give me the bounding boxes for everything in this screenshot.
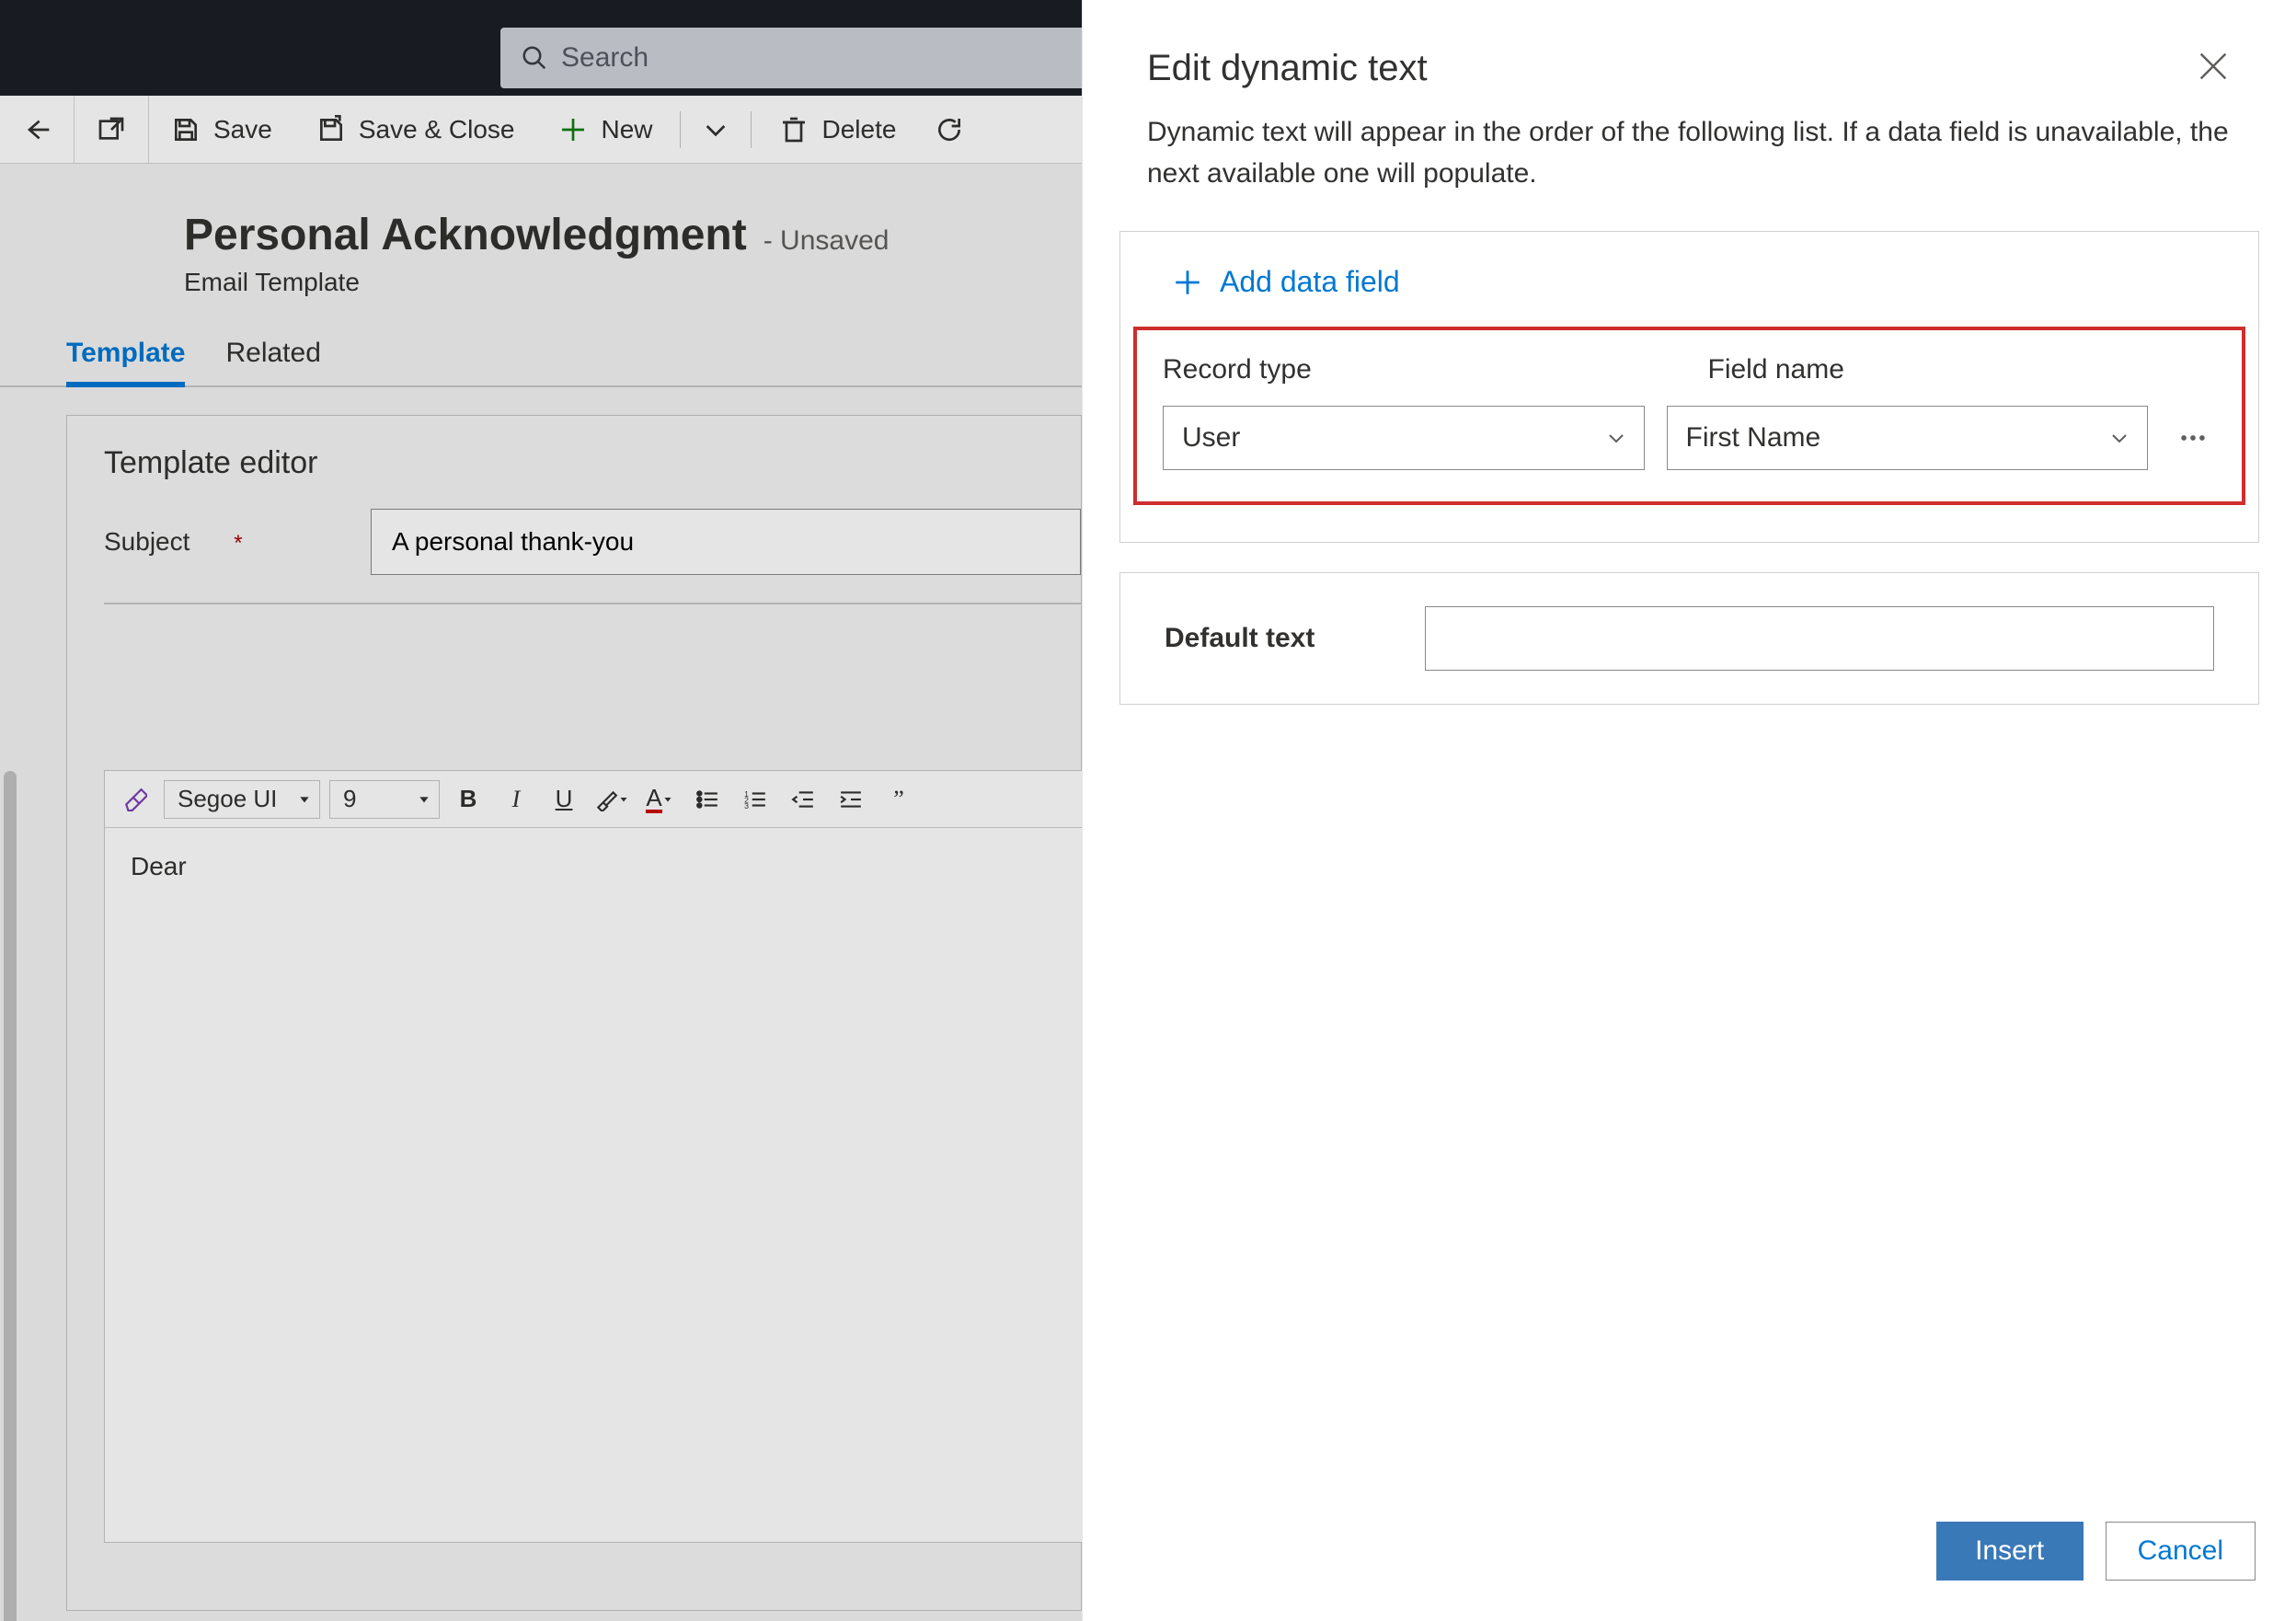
bullet-list-icon <box>695 788 719 811</box>
data-field-row: User First Name <box>1163 406 2216 470</box>
close-icon <box>2195 48 2232 85</box>
save-label: Save <box>213 115 272 144</box>
save-close-button[interactable]: Save & Close <box>294 96 537 163</box>
rte-underline-button[interactable]: U <box>545 780 583 819</box>
new-dropdown-button[interactable] <box>686 96 745 163</box>
page-subtitle: Email Template <box>184 268 1027 297</box>
tab-strip: Template Related <box>0 316 1082 387</box>
rte-font-family-value: Segoe UI <box>178 785 277 813</box>
rte-font-color-button[interactable]: A <box>640 780 679 819</box>
record-type-value: User <box>1182 422 1240 454</box>
outdent-icon <box>791 788 815 811</box>
separator <box>680 111 681 148</box>
plus-icon <box>1172 267 1203 298</box>
panel-title: Edit dynamic text <box>1147 48 1428 89</box>
data-field-row-highlight: Record type Field name User First Name <box>1133 327 2245 505</box>
refresh-button[interactable] <box>918 96 981 163</box>
caret-down-icon <box>662 794 673 805</box>
default-text-group: Default text <box>1119 572 2259 705</box>
chevron-down-icon <box>701 115 730 144</box>
rte-highlight-button[interactable] <box>592 780 631 819</box>
tab-template[interactable]: Template <box>66 338 185 387</box>
subject-row: Subject * <box>104 509 1081 575</box>
rte-italic-button[interactable]: I <box>497 780 535 819</box>
rte-body[interactable]: Dear <box>105 828 1082 905</box>
chevron-down-icon <box>2108 427 2130 449</box>
new-button[interactable]: New <box>536 96 674 163</box>
rte-font-size-select[interactable]: 9 <box>329 780 440 819</box>
caret-down-icon <box>618 794 629 805</box>
insert-button[interactable]: Insert <box>1936 1522 2084 1581</box>
panel-description: Dynamic text will appear in the order of… <box>1083 111 2296 231</box>
arrow-left-icon <box>22 115 52 144</box>
caret-down-icon <box>417 792 431 807</box>
delete-label: Delete <box>821 115 896 144</box>
page-status: - Unsaved <box>763 225 890 257</box>
page-title: Personal Acknowledgment <box>184 210 747 260</box>
divider <box>104 603 1083 604</box>
add-data-field-button[interactable]: Add data field <box>1120 265 2258 327</box>
page-content: Personal Acknowledgment - Unsaved Email … <box>0 164 1082 1621</box>
add-data-field-label: Add data field <box>1220 265 1400 299</box>
rte-font-family-select[interactable]: Segoe UI <box>164 780 320 819</box>
search-icon <box>521 44 548 72</box>
record-type-label: Record type <box>1163 354 1671 385</box>
open-new-window-button[interactable] <box>75 96 149 163</box>
scrollbar-thumb[interactable] <box>4 771 17 1621</box>
field-name-select[interactable]: First Name <box>1667 406 2149 470</box>
field-name-value: First Name <box>1686 422 1821 454</box>
delete-button[interactable]: Delete <box>757 96 918 163</box>
default-text-input[interactable] <box>1425 606 2214 671</box>
default-text-label: Default text <box>1165 623 1314 654</box>
row-more-button[interactable] <box>2170 422 2216 454</box>
rte-bold-button[interactable]: B <box>449 780 488 819</box>
indent-icon <box>839 788 863 811</box>
plus-icon <box>558 115 588 144</box>
caret-down-icon <box>297 792 312 807</box>
trash-icon <box>779 115 809 144</box>
highlight-icon <box>594 788 618 811</box>
field-name-label: Field name <box>1708 354 2217 385</box>
rte-indent-button[interactable] <box>832 780 870 819</box>
edit-dynamic-text-panel: Edit dynamic text Dynamic text will appe… <box>1082 0 2296 1621</box>
separator <box>751 111 752 148</box>
save-close-icon <box>316 115 346 144</box>
rich-text-editor: Segoe UI 9 B I U A <box>104 770 1083 1543</box>
template-editor-title: Template editor <box>104 445 1081 481</box>
rte-blockquote-button[interactable]: ” <box>879 780 918 819</box>
panel-footer: Insert Cancel <box>1083 1494 2296 1621</box>
rte-outdent-button[interactable] <box>784 780 822 819</box>
rte-clear-format-button[interactable] <box>116 780 155 819</box>
rte-toolbar: Segoe UI 9 B I U A <box>105 771 1082 828</box>
save-icon <box>171 115 201 144</box>
tab-related[interactable]: Related <box>225 338 320 385</box>
rte-number-list-button[interactable]: 123 <box>736 780 775 819</box>
record-type-select[interactable]: User <box>1163 406 1645 470</box>
svg-text:3: 3 <box>744 800 749 810</box>
chevron-down-icon <box>1605 427 1627 449</box>
subject-label-text: Subject <box>104 527 189 556</box>
page-header: Personal Acknowledgment - Unsaved Email … <box>0 164 1082 316</box>
more-icon <box>2177 422 2209 454</box>
refresh-icon <box>935 115 964 144</box>
required-star-icon: * <box>234 531 242 556</box>
data-fields-group: Add data field Record type Field name Us… <box>1119 231 2259 543</box>
rte-bullet-list-button[interactable] <box>688 780 727 819</box>
back-button[interactable] <box>0 96 75 163</box>
rte-font-size-value: 9 <box>343 785 356 813</box>
panel-close-button[interactable] <box>2195 48 2232 85</box>
new-label: New <box>601 115 652 144</box>
subject-input[interactable] <box>371 509 1081 575</box>
cancel-button[interactable]: Cancel <box>2106 1522 2256 1581</box>
save-close-label: Save & Close <box>359 115 515 144</box>
open-window-icon <box>97 115 126 144</box>
eraser-icon <box>123 788 147 811</box>
template-editor-card: Template editor Subject * Segoe UI <box>66 415 1082 1611</box>
subject-label: Subject * <box>104 527 352 557</box>
number-list-icon: 123 <box>743 788 767 811</box>
save-button[interactable]: Save <box>149 96 294 163</box>
